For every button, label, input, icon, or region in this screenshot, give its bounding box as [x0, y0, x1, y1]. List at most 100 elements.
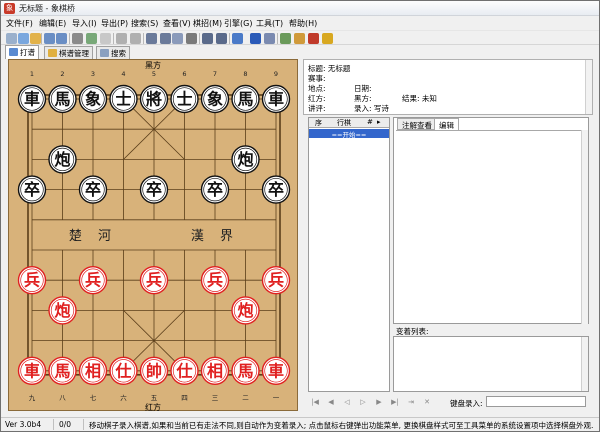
- paste-icon[interactable]: [172, 33, 183, 44]
- menu-item[interactable]: 文件(F): [6, 18, 33, 29]
- engine-icon[interactable]: [250, 33, 261, 44]
- black-piece[interactable]: 卒: [78, 175, 108, 204]
- black-piece[interactable]: 馬: [48, 84, 77, 114]
- file-number: 六: [120, 394, 127, 402]
- info-scrollbar[interactable]: [585, 60, 592, 114]
- red-piece[interactable]: 帥: [139, 356, 169, 385]
- copy-icon[interactable]: [160, 33, 171, 44]
- back-icon[interactable]: [116, 33, 127, 44]
- help-icon[interactable]: [322, 33, 333, 44]
- app-window: 象 无标题 - 象棋桥 文件(F) 编辑(E) 导入(I) 导出(P) 搜索(S) 查看(…: [0, 0, 600, 432]
- print-icon[interactable]: [72, 33, 83, 44]
- prev-move-icon[interactable]: ◀: [326, 397, 336, 407]
- file-number: 五: [150, 394, 158, 402]
- rotate-icon[interactable]: [216, 33, 227, 44]
- last-move-icon[interactable]: ▶|: [390, 397, 400, 407]
- menu-item[interactable]: 工具(T): [256, 18, 283, 29]
- red-piece[interactable]: 相: [200, 356, 230, 385]
- main-tabs: 打谱 棋谱管理 搜索: [1, 45, 599, 59]
- refresh-icon[interactable]: [294, 33, 305, 44]
- keyboard-input-field[interactable]: [486, 396, 586, 407]
- variations-list[interactable]: [393, 336, 589, 392]
- cut-icon[interactable]: [146, 33, 157, 44]
- tab-comment-view[interactable]: 注解查看: [397, 118, 437, 130]
- piece-label: 車: [268, 361, 284, 380]
- black-piece[interactable]: 炮: [231, 145, 260, 174]
- red-piece[interactable]: 兵: [17, 265, 47, 295]
- red-piece[interactable]: 兵: [78, 265, 108, 295]
- menu-item[interactable]: 引擎(G): [224, 18, 252, 29]
- col-extra[interactable]: ▸: [377, 118, 381, 126]
- menu-item[interactable]: 棋招(M): [193, 18, 222, 29]
- prev-step-icon[interactable]: ◁: [342, 397, 352, 407]
- menu-item[interactable]: 编辑(E): [39, 18, 66, 29]
- swap-icon[interactable]: [202, 33, 213, 44]
- tab-search[interactable]: 搜索: [96, 46, 130, 59]
- black-piece[interactable]: 卒: [17, 175, 47, 204]
- open-icon[interactable]: [18, 33, 29, 44]
- piece-label: 車: [24, 90, 40, 109]
- new-icon[interactable]: [6, 33, 17, 44]
- tab-record-manage[interactable]: 棋谱管理: [44, 46, 93, 59]
- notes-scrollbar[interactable]: [581, 130, 588, 324]
- export-icon[interactable]: [308, 33, 319, 44]
- black-piece[interactable]: 卒: [200, 175, 230, 204]
- menu-item[interactable]: 导出(P): [101, 18, 128, 29]
- black-piece[interactable]: 士: [109, 84, 138, 114]
- menu-item[interactable]: 搜索(S): [131, 18, 158, 29]
- black-piece[interactable]: 士: [170, 84, 199, 114]
- red-piece[interactable]: 馬: [231, 356, 260, 385]
- col-seq[interactable]: 序: [315, 118, 322, 128]
- col-mark[interactable]: #: [367, 118, 373, 126]
- black-piece[interactable]: 卒: [139, 175, 169, 204]
- tag-icon[interactable]: [280, 33, 291, 44]
- chessboard[interactable]: 楚 河漢 界車馬象士將士象馬車炮 炮卒卒卒卒卒兵兵兵兵兵炮 炮車馬相仕帥仕相馬車: [8, 77, 298, 395]
- move-row-start[interactable]: ==开始==: [309, 129, 389, 139]
- comment-area[interactable]: [396, 130, 581, 322]
- branch-icon[interactable]: ⇥: [406, 397, 416, 407]
- red-piece[interactable]: 炮: [48, 296, 77, 325]
- tab-edit[interactable]: 编辑: [434, 118, 459, 130]
- menu-item[interactable]: 导入(I): [72, 18, 97, 29]
- black-piece[interactable]: 車: [17, 84, 47, 114]
- next-move-icon[interactable]: ▶: [374, 397, 384, 407]
- delete-icon[interactable]: [100, 33, 111, 44]
- red-piece[interactable]: 炮: [231, 296, 260, 325]
- close-icon[interactable]: [186, 33, 197, 44]
- piece-label: 車: [268, 90, 284, 109]
- play-icon[interactable]: ▷: [358, 397, 368, 407]
- red-piece[interactable]: 兵: [261, 265, 291, 295]
- red-piece[interactable]: 車: [17, 356, 47, 385]
- black-piece[interactable]: 將: [139, 84, 169, 114]
- forward-icon[interactable]: [130, 33, 141, 44]
- search-icon[interactable]: [264, 33, 275, 44]
- menu-item[interactable]: 查看(V): [163, 18, 191, 29]
- red-piece[interactable]: 仕: [109, 356, 138, 385]
- piece-label: 卒: [268, 180, 284, 199]
- black-piece[interactable]: 車: [261, 84, 291, 114]
- recycle-icon[interactable]: [86, 33, 97, 44]
- info-result: 结果: 未知: [402, 94, 437, 103]
- close-icon[interactable]: ✕: [422, 397, 432, 407]
- open-folder-icon[interactable]: [30, 33, 41, 44]
- black-piece[interactable]: 炮: [48, 145, 77, 174]
- red-piece[interactable]: 相: [78, 356, 108, 385]
- black-piece[interactable]: 象: [200, 84, 230, 114]
- red-piece[interactable]: 仕: [170, 356, 199, 385]
- red-piece[interactable]: 車: [261, 356, 291, 385]
- first-move-icon[interactable]: |◀: [310, 397, 320, 407]
- col-move[interactable]: 行棋: [337, 118, 351, 128]
- move-list[interactable]: 序 行棋 # ▸ ==开始==: [308, 117, 390, 392]
- black-piece[interactable]: 卒: [261, 175, 291, 204]
- save-icon[interactable]: [44, 33, 55, 44]
- black-piece[interactable]: 象: [78, 84, 108, 114]
- tab-dapu[interactable]: 打谱: [5, 45, 39, 59]
- black-piece[interactable]: 馬: [231, 84, 260, 114]
- red-piece[interactable]: 馬: [48, 356, 77, 385]
- variations-scrollbar[interactable]: [581, 337, 588, 391]
- board-icon[interactable]: [232, 33, 243, 44]
- menu-item[interactable]: 帮助(H): [289, 18, 317, 29]
- save-as-icon[interactable]: [56, 33, 67, 44]
- red-piece[interactable]: 兵: [139, 265, 169, 295]
- red-piece[interactable]: 兵: [200, 265, 230, 295]
